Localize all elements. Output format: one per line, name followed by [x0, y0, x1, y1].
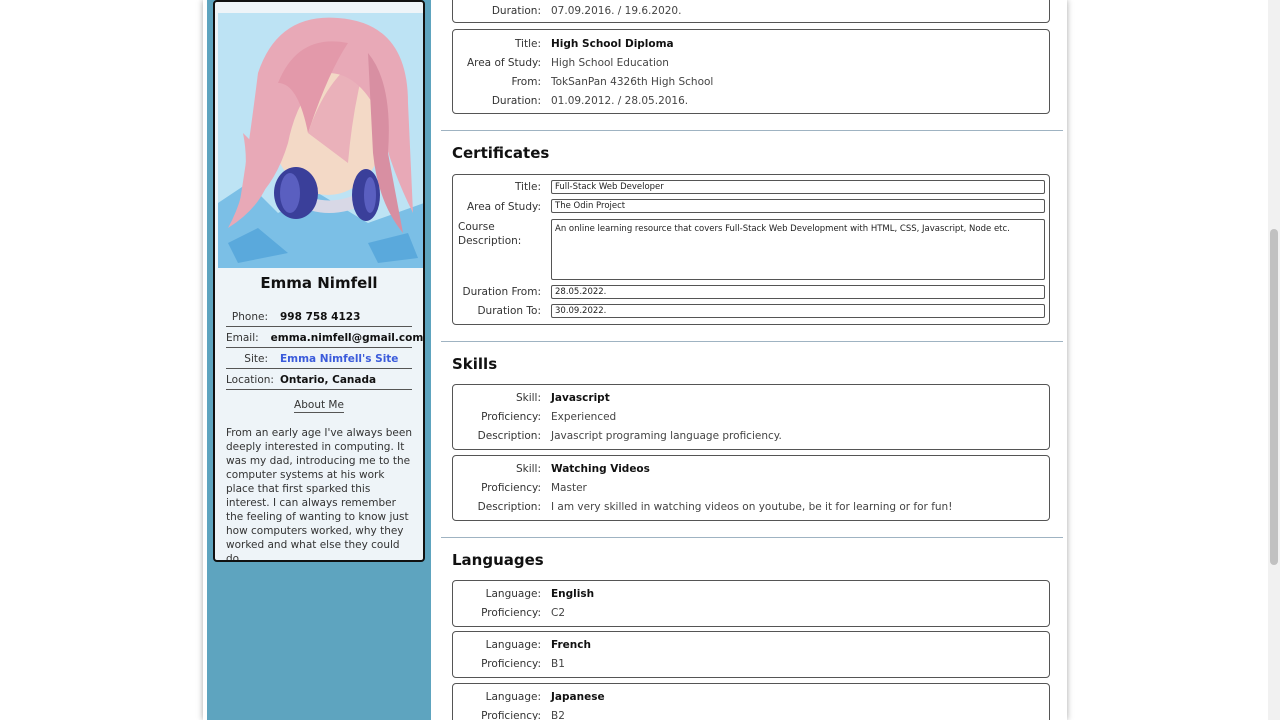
- scrollbar-thumb[interactable]: [1270, 229, 1278, 565]
- description-value: Javascript programing language proficien…: [551, 430, 782, 442]
- skill-row: Skill: Javascript: [453, 390, 1049, 406]
- description-row: Description: I am very skilled in watchi…: [453, 499, 1049, 515]
- language-label: Language:: [485, 588, 541, 600]
- duration-label: Duration:: [491, 5, 541, 17]
- proficiency-value: B1: [551, 658, 565, 670]
- skill-card: Skill: Javascript Proficiency: Experienc…: [452, 384, 1050, 450]
- area-value: High School Education: [551, 57, 669, 69]
- proficiency-value: Experienced: [551, 411, 617, 423]
- from-value: TokSanPan 4326th High School: [551, 76, 714, 88]
- duration-row: Duration: 07.09.2016. / 19.6.2020.: [453, 3, 1049, 19]
- cert-desc-label: Course Description:: [458, 221, 522, 247]
- phone-label: Phone:: [231, 311, 268, 323]
- location-label: Location:: [226, 374, 274, 386]
- proficiency-label: Proficiency:: [481, 710, 541, 720]
- about-title: About Me: [294, 399, 344, 413]
- cert-title-input[interactable]: Full-Stack Web Developer: [551, 180, 1045, 194]
- language-card: Language: English Proficiency: C2: [452, 580, 1050, 627]
- proficiency-value: C2: [551, 607, 566, 619]
- about-text: From an early age I've always been deepl…: [226, 427, 412, 562]
- skill-label: Skill:: [515, 463, 541, 475]
- duration-value: 07.09.2016. / 19.6.2020.: [551, 5, 682, 17]
- page-scrollbar[interactable]: [1268, 0, 1280, 720]
- section-divider: [441, 341, 1063, 342]
- duration-value: 01.09.2012. / 28.05.2016.: [551, 95, 689, 107]
- language-value: French: [551, 639, 591, 651]
- cert-desc-textarea[interactable]: An online learning resource that covers …: [551, 219, 1045, 280]
- cert-from-input[interactable]: 28.05.2022.: [551, 285, 1045, 299]
- proficiency-row: Proficiency: Experienced: [453, 409, 1049, 425]
- skill-card: Skill: Watching Videos Proficiency: Mast…: [452, 455, 1050, 521]
- profile-name: Emma Nimfell: [260, 274, 378, 292]
- area-label: Area of Study:: [466, 57, 541, 69]
- cert-title-label: Title:: [514, 181, 541, 193]
- profile-card: Emma Nimfell Phone: 998 758 4123 Email: …: [213, 0, 425, 562]
- education-card: Title: High School Diploma Area of Study…: [452, 29, 1050, 114]
- sidebar: Emma Nimfell Phone: 998 758 4123 Email: …: [207, 0, 431, 720]
- avatar-illustration: [218, 13, 423, 268]
- certificate-form: Title: Full-Stack Web Developer Area of …: [452, 174, 1050, 325]
- skill-label: Skill:: [515, 392, 541, 404]
- proficiency-row: Proficiency: C2: [453, 605, 1049, 621]
- cert-from-label: Duration From:: [462, 286, 542, 298]
- language-row: Language: French: [453, 637, 1049, 653]
- section-divider: [441, 130, 1063, 131]
- title-value: High School Diploma: [551, 38, 674, 50]
- skill-value: Watching Videos: [551, 463, 650, 475]
- cert-to-input[interactable]: 30.09.2022.: [551, 304, 1045, 318]
- proficiency-label: Proficiency:: [481, 658, 541, 670]
- proficiency-row: Proficiency: B1: [453, 656, 1049, 672]
- proficiency-row: Proficiency: Master: [453, 480, 1049, 496]
- language-card: Language: Japanese Proficiency: B2: [452, 683, 1050, 720]
- proficiency-label: Proficiency:: [481, 411, 541, 423]
- language-value: Japanese: [551, 691, 605, 703]
- location-value: Ontario, Canada: [280, 374, 377, 386]
- education-card-prev: Duration: 07.09.2016. / 19.6.2020.: [452, 0, 1050, 23]
- skill-value: Javascript: [551, 392, 610, 404]
- language-value: English: [551, 588, 595, 600]
- proficiency-label: Proficiency:: [481, 607, 541, 619]
- area-row: Area of Study: High School Education: [453, 55, 1049, 71]
- cv-page: Emma Nimfell Phone: 998 758 4123 Email: …: [203, 0, 1067, 720]
- from-row: From: TokSanPan 4326th High School: [453, 74, 1049, 90]
- language-label: Language:: [485, 639, 541, 651]
- site-link[interactable]: Emma Nimfell's Site: [280, 353, 398, 365]
- site-label: Site:: [244, 353, 268, 365]
- email-label: Email:: [226, 332, 259, 344]
- email-row: Email: emma.nimfell@gmail.com: [226, 332, 423, 348]
- proficiency-label: Proficiency:: [481, 482, 541, 494]
- phone-row: Phone: 998 758 4123: [226, 311, 412, 327]
- skill-row: Skill: Watching Videos: [453, 461, 1049, 477]
- skills-heading: Skills: [452, 355, 498, 373]
- description-row: Description: Javascript programing langu…: [453, 428, 1049, 444]
- certificates-heading: Certificates: [452, 144, 550, 162]
- language-label: Language:: [485, 691, 541, 703]
- cert-area-input[interactable]: The Odin Project: [551, 199, 1045, 213]
- languages-heading: Languages: [452, 551, 544, 569]
- title-row: Title: High School Diploma: [453, 36, 1049, 52]
- site-row: Site: Emma Nimfell's Site: [226, 353, 412, 369]
- language-row: Language: English: [453, 586, 1049, 602]
- proficiency-value: Master: [551, 482, 587, 494]
- phone-value: 998 758 4123: [280, 311, 361, 323]
- email-value: emma.nimfell@gmail.com: [270, 332, 424, 344]
- location-row: Location: Ontario, Canada: [226, 374, 412, 390]
- duration-label: Duration:: [491, 95, 541, 107]
- title-label: Title:: [514, 38, 541, 50]
- section-divider: [441, 537, 1063, 538]
- duration-row: Duration: 01.09.2012. / 28.05.2016.: [453, 93, 1049, 109]
- language-row: Language: Japanese: [453, 689, 1049, 705]
- avatar: [218, 13, 423, 268]
- description-value: I am very skilled in watching videos on …: [551, 501, 953, 513]
- cert-to-label: Duration To:: [477, 305, 541, 317]
- cert-area-label: Area of Study:: [466, 201, 541, 213]
- description-label: Description:: [477, 501, 541, 513]
- description-label: Description:: [477, 430, 541, 442]
- language-card: Language: French Proficiency: B1: [452, 631, 1050, 678]
- proficiency-row: Proficiency: B2: [453, 708, 1049, 720]
- from-label: From:: [511, 76, 541, 88]
- proficiency-value: B2: [551, 710, 565, 720]
